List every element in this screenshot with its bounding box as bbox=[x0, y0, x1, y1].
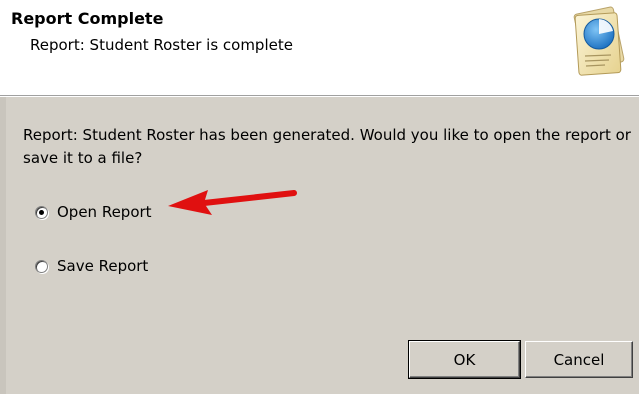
save-report-radio[interactable] bbox=[35, 259, 48, 273]
report-complete-dialog: Report Complete Report: Student Roster i… bbox=[0, 0, 639, 394]
save-report-option[interactable]: Save Report bbox=[35, 255, 148, 277]
red-arrow-icon bbox=[164, 181, 304, 221]
dialog-body: Report: Student Roster has been generate… bbox=[0, 97, 639, 394]
dialog-subtitle: Report: Student Roster is complete bbox=[30, 36, 293, 54]
open-report-radio[interactable] bbox=[35, 205, 48, 219]
report-document-icon bbox=[565, 0, 631, 80]
ok-button[interactable]: OK bbox=[408, 340, 521, 379]
dialog-message: Report: Student Roster has been generate… bbox=[23, 126, 631, 167]
open-report-option[interactable]: Open Report bbox=[35, 201, 152, 223]
save-report-label[interactable]: Save Report bbox=[57, 257, 148, 275]
dialog-title: Report Complete bbox=[11, 9, 164, 28]
dialog-header: Report Complete Report: Student Roster i… bbox=[0, 0, 639, 95]
cancel-button[interactable]: Cancel bbox=[525, 341, 633, 378]
open-report-label[interactable]: Open Report bbox=[57, 203, 152, 221]
